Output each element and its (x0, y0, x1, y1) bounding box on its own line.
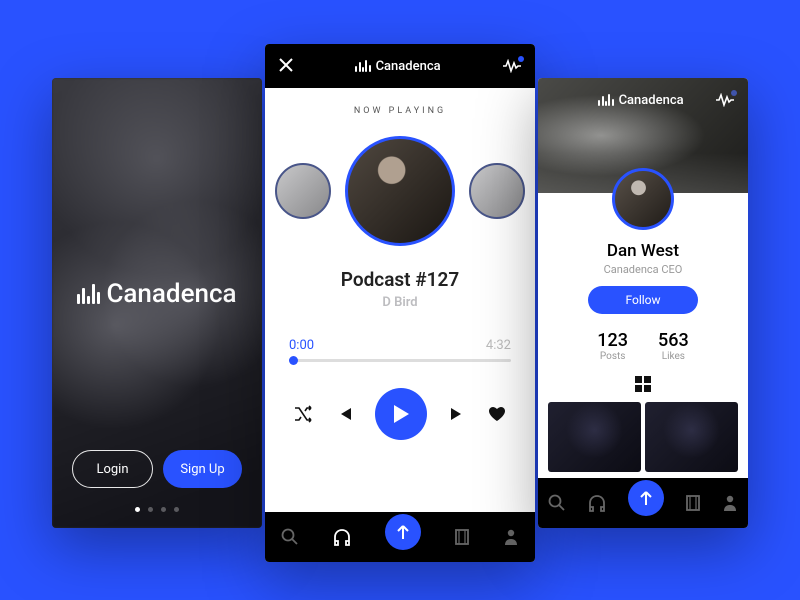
shuffle-icon[interactable] (294, 405, 314, 423)
player-controls (265, 388, 535, 440)
posts-count: 123 (597, 330, 628, 351)
avatar[interactable] (612, 168, 674, 230)
nav-profile[interactable] (503, 528, 519, 546)
artwork-carousel[interactable] (265, 136, 535, 246)
topbar: Canadenca (538, 78, 748, 122)
play-icon (392, 404, 410, 424)
progress-section: 0:00 4:32 (289, 338, 511, 362)
nav-listen[interactable] (587, 493, 607, 513)
close-icon[interactable] (279, 56, 293, 77)
track-artist: D Bird (265, 295, 535, 310)
login-button[interactable]: Login (72, 450, 153, 488)
profile-screen: Canadenca Dan West Canadenca CEO Follow … (538, 78, 748, 528)
next-icon[interactable] (449, 406, 465, 422)
nav-search[interactable] (281, 528, 299, 546)
stat-posts[interactable]: 123 Posts (597, 330, 628, 362)
heart-icon[interactable] (488, 406, 506, 422)
brand-name: Canadenca (619, 93, 684, 108)
profile-stats: 123 Posts 563 Likes (538, 330, 748, 362)
nav-listen[interactable] (332, 527, 352, 547)
bottom-nav (538, 478, 748, 528)
next-track-art[interactable] (469, 163, 525, 219)
follow-button[interactable]: Follow (588, 286, 698, 314)
waveform-icon (355, 60, 370, 72)
play-button[interactable] (375, 388, 427, 440)
post-thumbnail[interactable] (645, 402, 738, 472)
bottom-nav (265, 512, 535, 562)
now-playing-label: NOW PLAYING (265, 106, 535, 116)
nav-library[interactable] (685, 494, 701, 512)
notification-badge (731, 90, 737, 96)
signup-button[interactable]: Sign Up (163, 450, 242, 488)
brand-name: Canadenca (376, 59, 441, 74)
track-title: Podcast #127 (265, 268, 535, 291)
seek-slider[interactable] (289, 359, 511, 362)
current-track-art[interactable] (345, 136, 455, 246)
seek-knob[interactable] (289, 356, 298, 365)
upload-arrow-icon (396, 524, 410, 540)
player-screen: Canadenca NOW PLAYING Podcast #127 D Bir… (265, 44, 535, 562)
post-thumbnail[interactable] (548, 402, 641, 472)
nav-library[interactable] (454, 528, 470, 546)
profile-name: Dan West (538, 241, 748, 261)
post-grid (538, 392, 748, 472)
page-indicator[interactable] (52, 507, 262, 512)
duration: 4:32 (486, 338, 511, 353)
prev-track-art[interactable] (275, 163, 331, 219)
waveform-icon (77, 284, 100, 304)
view-toggle (538, 376, 748, 392)
grid-view-icon[interactable] (635, 376, 651, 392)
nav-upload[interactable] (628, 480, 664, 516)
nav-search[interactable] (548, 494, 566, 512)
notification-badge (518, 56, 524, 62)
nav-profile[interactable] (722, 494, 738, 512)
stat-likes[interactable]: 563 Likes (658, 330, 689, 362)
likes-label: Likes (658, 351, 689, 362)
splash-actions: Login Sign Up (52, 450, 262, 488)
nav-upload[interactable] (385, 514, 421, 550)
splash-screen: Canadenca Login Sign Up (52, 78, 262, 528)
waveform-icon (598, 94, 613, 106)
brand-header: Canadenca (355, 59, 440, 74)
brand-logo: Canadenca (52, 279, 262, 309)
activity-icon[interactable] (716, 93, 734, 107)
profile-role: Canadenca CEO (538, 263, 748, 276)
activity-icon[interactable] (503, 59, 521, 73)
current-time: 0:00 (289, 338, 314, 353)
previous-icon[interactable] (337, 406, 353, 422)
time-labels: 0:00 4:32 (289, 338, 511, 353)
upload-arrow-icon (639, 490, 653, 506)
brand-header: Canadenca (598, 93, 683, 108)
posts-label: Posts (597, 351, 628, 362)
topbar: Canadenca (265, 44, 535, 88)
likes-count: 563 (658, 330, 689, 351)
brand-name: Canadenca (106, 279, 236, 309)
